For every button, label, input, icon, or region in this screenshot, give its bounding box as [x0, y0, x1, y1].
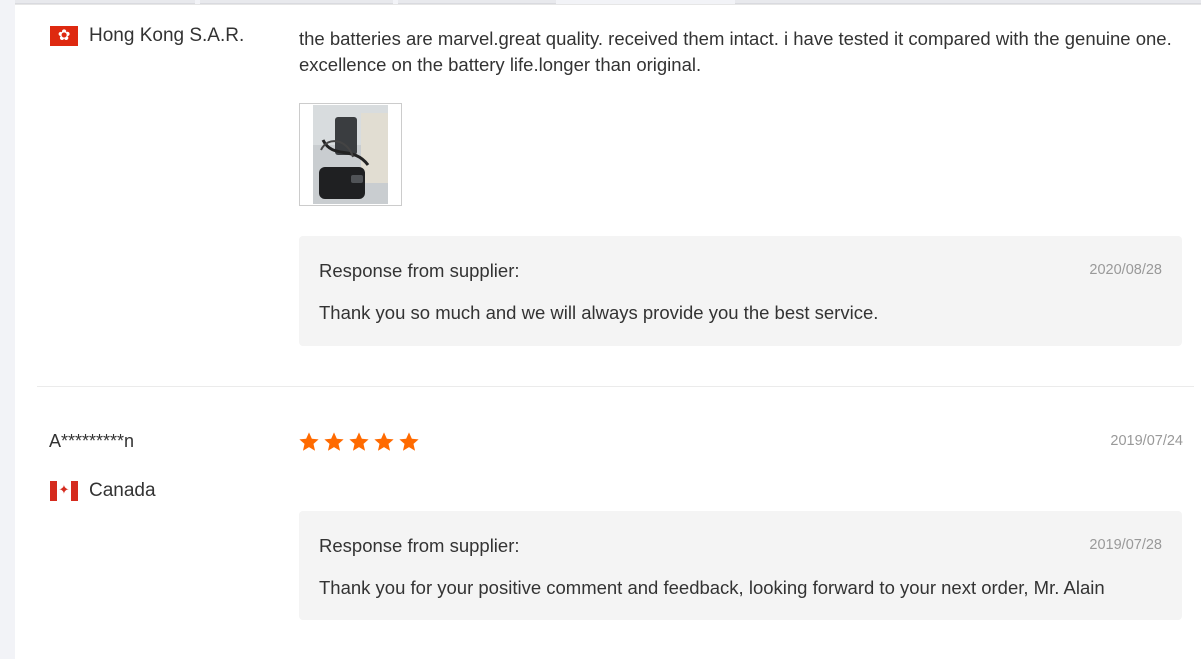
- response-text: Thank you so much and we will always pro…: [319, 302, 879, 323]
- star-icon: [324, 432, 344, 451]
- supplier-response: Response from supplier: 2019/07/28 Thank…: [299, 511, 1182, 620]
- star-icon: [399, 432, 419, 451]
- reviews-panel: Hong Kong S.A.R. the batteries are marve…: [15, 4, 1201, 659]
- review-item: Hong Kong S.A.R. the batteries are marve…: [15, 5, 1201, 385]
- canada-flag-icon: [50, 481, 78, 501]
- response-title: Response from supplier:: [319, 535, 520, 556]
- response-date: 2019/07/28: [1089, 537, 1162, 553]
- response-title: Response from supplier:: [319, 260, 520, 281]
- country-label: Canada: [89, 480, 156, 501]
- reviewer-name: A*********n: [49, 431, 135, 451]
- star-icon: [299, 432, 319, 451]
- review-photo-thumbnail[interactable]: [299, 103, 402, 206]
- hong-kong-flag-icon: [50, 25, 78, 46]
- reviewer-country: Canada: [50, 480, 156, 502]
- review-item: A*********n Canada Response from supplie…: [15, 387, 1201, 659]
- supplier-response: Response from supplier: 2020/08/28 Thank…: [299, 236, 1182, 346]
- review-date: 2019/07/24: [1110, 433, 1183, 449]
- photo-image: [313, 105, 388, 204]
- response-date: 2020/08/28: [1089, 262, 1162, 278]
- country-label: Hong Kong S.A.R.: [89, 25, 245, 46]
- star-rating: [298, 431, 423, 453]
- review-comment: the batteries are marvel.great quality. …: [299, 28, 1172, 75]
- star-icon: [374, 432, 394, 451]
- star-icon: [349, 432, 369, 451]
- response-text: Thank you for your positive comment and …: [319, 577, 1105, 598]
- reviewer-country: Hong Kong S.A.R.: [50, 25, 244, 47]
